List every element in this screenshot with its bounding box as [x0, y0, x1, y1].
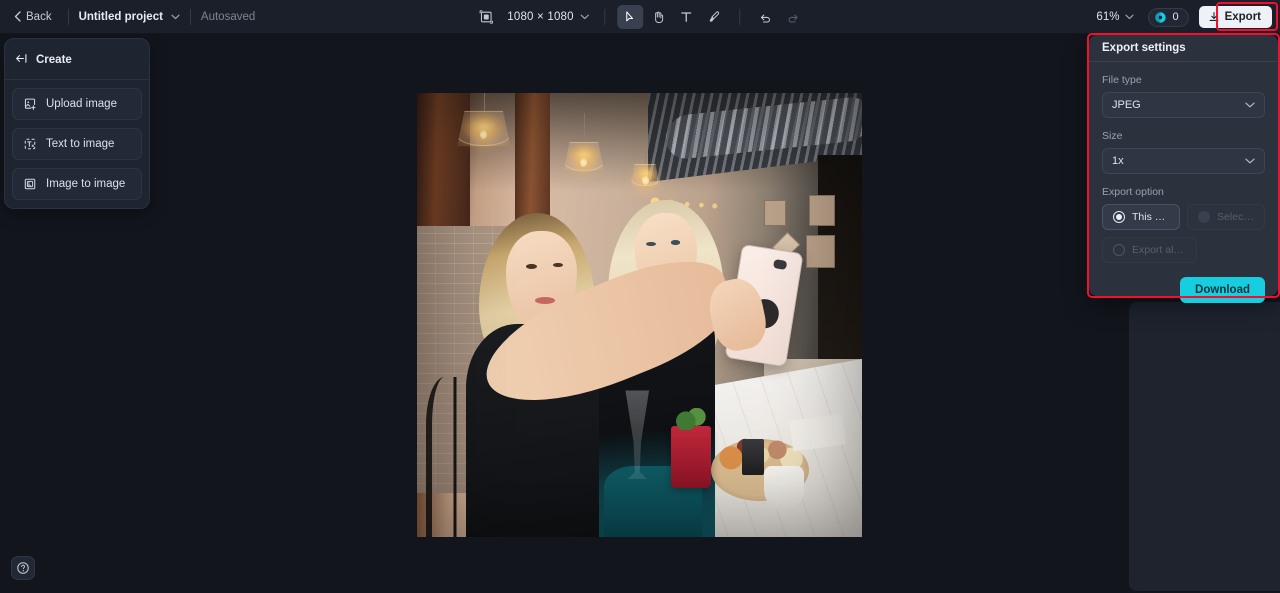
- chevron-down-icon: [171, 14, 180, 20]
- image-to-image-icon: [23, 177, 37, 191]
- credit-coin-icon: [1155, 11, 1167, 23]
- artboard-canvas[interactable]: [417, 93, 862, 537]
- collapse-panel-icon: [15, 51, 28, 69]
- canvas-size-label: 1080 × 1080: [507, 10, 574, 23]
- back-button[interactable]: Back: [8, 7, 58, 27]
- redo-tool[interactable]: [781, 5, 807, 29]
- upload-image-icon: [23, 97, 37, 111]
- export-settings-body: File type JPEG Size 1x Export option Thi…: [1089, 62, 1278, 303]
- export-button[interactable]: Export: [1198, 6, 1272, 28]
- image-to-image-label: Image to image: [46, 178, 126, 190]
- export-option-this-canvas-label: This canvas: [1132, 211, 1169, 223]
- toolbar-divider-3: [604, 8, 606, 25]
- chevron-down-icon: [1245, 158, 1255, 164]
- toolbar-divider-2: [189, 8, 191, 25]
- size-value: 1x: [1112, 155, 1124, 167]
- text-to-image-icon: [23, 137, 37, 151]
- select-tool[interactable]: [617, 4, 644, 29]
- upload-image-button[interactable]: Upload image: [12, 88, 142, 120]
- back-label: Back: [26, 10, 52, 23]
- zoom-level-dropdown[interactable]: 61%: [1092, 8, 1138, 26]
- project-name-label: Untitled project: [78, 10, 163, 23]
- app-root: Back Untitled project Autosaved 1080 × 1…: [0, 0, 1280, 593]
- download-button[interactable]: Download: [1180, 277, 1265, 303]
- image-to-image-button[interactable]: Image to image: [12, 168, 142, 200]
- canvas-area[interactable]: [0, 34, 1280, 593]
- radio-selected-icon: [1113, 211, 1125, 223]
- radio-unselected-icon: [1113, 244, 1125, 256]
- toolbar-center-group: 1080 × 1080: [473, 0, 806, 34]
- help-circle-icon: [17, 562, 29, 574]
- create-panel-title: Create: [36, 54, 72, 66]
- create-panel: Create Upload image Text to image Image …: [4, 38, 150, 209]
- chevron-down-icon: [581, 14, 590, 19]
- project-name-dropdown[interactable]: Untitled project: [79, 11, 180, 23]
- export-option-label: Export option: [1102, 186, 1164, 198]
- file-type-value: JPEG: [1112, 99, 1141, 111]
- canvas-resize-icon[interactable]: [473, 5, 499, 29]
- export-label: Export: [1224, 11, 1261, 23]
- canvas-photo: [417, 93, 862, 537]
- undo-tool[interactable]: [753, 5, 779, 29]
- chevron-down-icon: [1245, 102, 1255, 108]
- upload-image-label: Upload image: [46, 98, 117, 110]
- text-tool[interactable]: [674, 5, 700, 29]
- file-type-select[interactable]: JPEG: [1102, 92, 1265, 118]
- canvas-size-dropdown[interactable]: 1080 × 1080: [501, 11, 592, 23]
- export-option-row-2: Export all ...: [1102, 237, 1265, 263]
- right-side-panel: [1129, 302, 1280, 591]
- text-to-image-button[interactable]: Text to image: [12, 128, 142, 160]
- download-row: Download: [1102, 277, 1265, 303]
- radio-unselected-icon: [1198, 211, 1210, 223]
- toolbar-left-group: Back Untitled project Autosaved: [0, 7, 255, 27]
- toolbar-divider-1: [67, 8, 69, 25]
- zoom-level-label: 61%: [1096, 11, 1120, 23]
- size-label: Size: [1102, 130, 1123, 142]
- toolbar-right-group: 61% 0 Export: [1092, 0, 1272, 34]
- create-panel-header[interactable]: Create: [5, 45, 149, 80]
- text-to-image-label: Text to image: [46, 138, 115, 150]
- help-button[interactable]: [11, 556, 35, 580]
- export-settings-title: Export settings: [1102, 42, 1186, 54]
- export-button-wrapper: Export: [1198, 6, 1272, 28]
- autosave-status: Autosaved: [200, 10, 256, 23]
- export-option-selected-layers[interactable]: Selected l...: [1187, 204, 1265, 230]
- export-settings-panel: Export settings File type JPEG Size 1x E…: [1089, 35, 1278, 303]
- file-type-label: File type: [1102, 74, 1142, 86]
- toolbar-divider-4: [739, 8, 741, 25]
- credits-count: 0: [1172, 11, 1179, 23]
- create-panel-body: Upload image Text to image Image to imag…: [5, 80, 149, 200]
- export-option-this-canvas[interactable]: This canvas: [1102, 204, 1180, 230]
- export-option-export-all[interactable]: Export all ...: [1102, 237, 1197, 263]
- download-icon: [1209, 12, 1219, 22]
- export-settings-header: Export settings: [1089, 35, 1278, 62]
- credits-badge[interactable]: 0: [1148, 7, 1189, 27]
- brush-tool[interactable]: [702, 5, 728, 29]
- top-toolbar: Back Untitled project Autosaved 1080 × 1…: [0, 0, 1280, 34]
- export-option-selected-layers-label: Selected l...: [1217, 211, 1254, 223]
- chevron-down-icon: [1125, 14, 1135, 20]
- export-option-export-all-label: Export all ...: [1132, 244, 1186, 256]
- chevron-left-icon: [14, 11, 21, 22]
- hand-tool[interactable]: [646, 5, 672, 29]
- export-option-row-1: This canvas Selected l...: [1102, 204, 1265, 230]
- size-select[interactable]: 1x: [1102, 148, 1265, 174]
